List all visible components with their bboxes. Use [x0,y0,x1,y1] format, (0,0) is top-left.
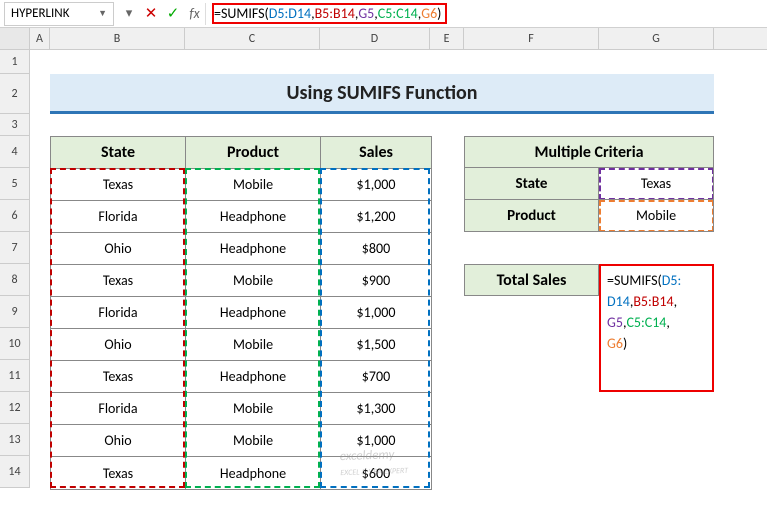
table-row: FloridaHeadphone$1,000 [51,297,431,329]
cell-state[interactable]: Texas [51,361,186,393]
criteria-header[interactable]: Multiple Criteria [464,136,714,168]
criteria-row: State Texas [464,168,714,200]
col-header-F[interactable]: F [464,28,599,49]
cell-sales[interactable]: $1,300 [321,393,431,425]
cell-state[interactable]: Florida [51,393,186,425]
cell-product[interactable]: Headphone [186,361,321,393]
cell-product[interactable]: Mobile [186,169,321,201]
dropdown-icon[interactable]: ▾ [118,3,140,25]
row-header[interactable]: 2 [0,74,30,114]
row-header[interactable]: 10 [0,328,30,360]
cell-sales[interactable]: $800 [321,233,431,265]
row-header[interactable]: 3 [0,114,30,136]
formula-input[interactable]: =SUMIFS(D5:D14,B5:B14,G5,C5:C14,G6) [206,3,767,24]
table-row: TexasMobile$1,000 [51,169,431,201]
cell-sales[interactable]: $700 [321,361,431,393]
cell-sales[interactable]: $1,500 [321,329,431,361]
table-row: TexasHeadphone$600 [51,457,431,489]
cell-sales[interactable]: $1,000 [321,169,431,201]
cell-sales[interactable]: $600 [321,457,431,489]
col-header-D[interactable]: D [320,28,430,49]
criteria-table: Multiple Criteria State Texas Product Mo… [464,136,714,232]
cancel-icon[interactable]: ✕ [140,3,162,25]
criteria-product-label[interactable]: Product [464,200,599,232]
col-header-C[interactable]: C [185,28,320,49]
name-box-value: HYPERLINK [11,6,69,21]
cell-product[interactable]: Mobile [186,393,321,425]
cell-sales[interactable]: $1,000 [321,425,431,457]
row-header[interactable]: 9 [0,296,30,328]
header-sales[interactable]: Sales [321,137,431,169]
row-header[interactable]: 12 [0,392,30,424]
formula-text: =SUMIFS(D5:D14,B5:B14,G5,C5:C14,G6) [212,3,447,24]
row-header[interactable]: 8 [0,264,30,296]
cell-product[interactable]: Mobile [186,265,321,297]
table-row: FloridaMobile$1,300 [51,393,431,425]
row-header[interactable]: 6 [0,200,30,232]
spreadsheet-grid: A B C D E F G 1 2 3 4 5 6 7 8 9 10 11 12… [0,28,767,488]
cell-product[interactable]: Headphone [186,457,321,489]
row-header[interactable]: 1 [0,50,30,74]
table-row: OhioMobile$1,000 [51,425,431,457]
cell-state[interactable]: Ohio [51,329,186,361]
cell-state[interactable]: Florida [51,201,186,233]
cell-sales[interactable]: $1,000 [321,297,431,329]
row-header[interactable]: 11 [0,360,30,392]
data-table: State Product Sales TexasMobile$1,000 Fl… [50,136,432,490]
fx-icon[interactable]: fx [184,3,206,25]
column-headers: A B C D E F G [0,28,767,50]
cell-state[interactable]: Florida [51,297,186,329]
row-header[interactable]: 4 [0,136,30,168]
table-header-row: State Product Sales [51,137,431,169]
cell-product[interactable]: Headphone [186,297,321,329]
cell-product[interactable]: Mobile [186,425,321,457]
table-row: TexasMobile$900 [51,265,431,297]
col-header-B[interactable]: B [50,28,185,49]
chevron-down-icon[interactable]: ▼ [98,8,107,19]
table-row: TexasHeadphone$700 [51,361,431,393]
row-header[interactable]: 5 [0,168,30,200]
row-headers: 1 2 3 4 5 6 7 8 9 10 11 12 13 14 [0,50,30,488]
name-box[interactable]: HYPERLINK ▼ [4,2,114,26]
header-product[interactable]: Product [186,137,321,169]
cell-product[interactable]: Headphone [186,233,321,265]
cell-state[interactable]: Ohio [51,233,186,265]
table-row: FloridaHeadphone$1,200 [51,201,431,233]
header-state[interactable]: State [51,137,186,169]
col-header-G[interactable]: G [599,28,714,49]
col-header-A[interactable]: A [30,28,50,49]
cell-state[interactable]: Texas [51,169,186,201]
col-header-E[interactable]: E [430,28,464,49]
row-header[interactable]: 13 [0,424,30,456]
row-header[interactable]: 7 [0,232,30,264]
criteria-row: Product Mobile [464,200,714,232]
select-all-corner[interactable] [0,28,30,49]
page-title: Using SUMIFS Function [50,74,714,114]
total-sales-box: Total Sales [464,264,599,296]
table-row: OhioMobile$1,500 [51,329,431,361]
row-header[interactable]: 14 [0,456,30,488]
total-sales-label[interactable]: Total Sales [464,264,599,296]
cell-product[interactable]: Mobile [186,329,321,361]
cell-state[interactable]: Texas [51,265,186,297]
cell-product[interactable]: Headphone [186,201,321,233]
cell-state[interactable]: Ohio [51,425,186,457]
table-row: OhioHeadphone$800 [51,233,431,265]
criteria-state-label[interactable]: State [464,168,599,200]
cells-area[interactable]: Using SUMIFS Function State Product Sale… [30,50,767,488]
cell-state[interactable]: Texas [51,457,186,489]
cell-sales[interactable]: $900 [321,265,431,297]
accept-icon[interactable]: ✓ [162,3,184,25]
active-formula-cell[interactable]: =SUMIFS(D5:D14,B5:B14,G5,C5:C14,G6) [599,264,714,392]
cell-sales[interactable]: $1,200 [321,201,431,233]
formula-bar: HYPERLINK ▼ ▾ ✕ ✓ fx =SUMIFS(D5:D14,B5:B… [0,0,767,28]
criteria-product-value[interactable]: Mobile [599,200,714,232]
criteria-state-value[interactable]: Texas [599,168,714,200]
